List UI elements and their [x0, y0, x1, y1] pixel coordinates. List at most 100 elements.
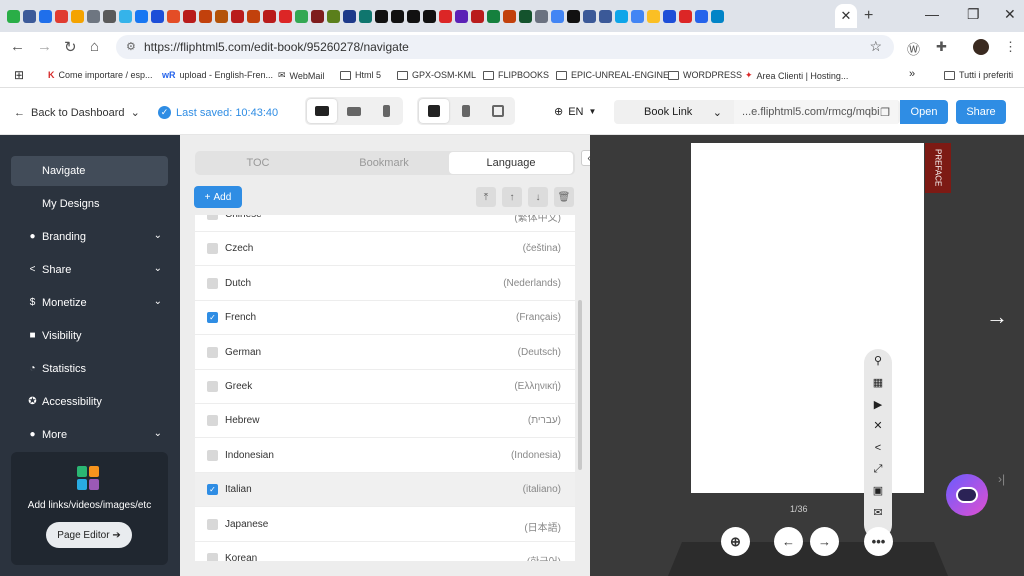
delete-icon[interactable]: 🗑 [554, 187, 574, 207]
pinned-tab-favicon-icon[interactable] [359, 9, 372, 23]
language-row[interactable]: ✓ French (Français) [195, 301, 575, 336]
wordpress-extension-icon[interactable]: Ⓦ [907, 39, 920, 58]
language-row[interactable]: ✓ Italian (italiano) [195, 473, 575, 508]
pinned-tab-favicon-icon[interactable] [295, 9, 308, 23]
move-up-icon[interactable]: ↑ [502, 187, 522, 207]
pinned-tab-favicon-icon[interactable] [615, 9, 628, 23]
landscape-button[interactable] [483, 99, 513, 123]
language-row[interactable]: German (Deutsch) [195, 336, 575, 370]
pinned-tab-favicon-icon[interactable] [551, 9, 564, 23]
window-close-icon[interactable]: ✕ [1004, 6, 1016, 23]
new-tab-button[interactable]: + [864, 7, 873, 25]
active-tab[interactable]: ✕ [835, 4, 857, 28]
forward-arrow-icon[interactable]: → [37, 38, 52, 55]
pinned-tab-favicon-icon[interactable] [519, 9, 532, 23]
mobile-view-button[interactable] [371, 99, 401, 123]
language-row[interactable]: Japanese (日本語) [195, 508, 575, 542]
sidebar-item-branding[interactable]: ● Branding ⌄ [11, 222, 168, 252]
pinned-tab-favicon-icon[interactable] [167, 9, 180, 23]
language-checkbox[interactable]: ✓ [207, 484, 218, 496]
sidebar-item-share[interactable]: < Share ⌄ [11, 255, 168, 285]
next-page-icon[interactable]: → [810, 527, 839, 556]
pinned-tab-favicon-icon[interactable] [71, 9, 84, 23]
next-page-arrow-icon[interactable]: → [986, 304, 1008, 330]
bookmark-item[interactable]: K Come importare / esp... [48, 70, 153, 80]
pinned-tab-favicon-icon[interactable] [311, 9, 324, 23]
pinned-tab-favicon-icon[interactable] [503, 9, 516, 23]
tab-toc[interactable]: TOC [195, 151, 321, 175]
extensions-puzzle-icon[interactable]: ✚ [936, 39, 947, 55]
tablet-view-button[interactable] [339, 99, 369, 123]
bookmark-folder[interactable]: Tutti i preferiti [944, 70, 1013, 80]
pinned-tab-favicon-icon[interactable] [343, 9, 356, 23]
pinned-tabs[interactable] [6, 9, 726, 23]
language-checkbox[interactable] [207, 415, 218, 427]
double-page-button[interactable] [419, 99, 449, 123]
add-button[interactable]: + Add [194, 186, 242, 208]
browser-menu-icon[interactable]: ⋮ [1004, 39, 1017, 55]
apps-grid-icon[interactable]: ⊞ [14, 68, 24, 82]
share-icon[interactable]: < [871, 441, 885, 455]
sidebar-item-visibility[interactable]: ■ Visibility [11, 321, 168, 351]
share-button[interactable]: Share [956, 100, 1006, 124]
minimize-icon[interactable]: — [925, 6, 939, 22]
previous-page-icon[interactable]: ← [774, 527, 803, 556]
sidebar-item-monetize[interactable]: $ Monetize ⌄ [11, 288, 168, 318]
language-row[interactable]: Dutch (Nederlands) [195, 267, 575, 301]
pinned-tab-favicon-icon[interactable] [679, 9, 692, 23]
pinned-tab-favicon-icon[interactable] [103, 9, 116, 23]
list-scrollbar[interactable] [578, 300, 582, 470]
pinned-tab-favicon-icon[interactable] [567, 9, 580, 23]
pinned-tab-favicon-icon[interactable] [263, 9, 276, 23]
book-link-url-field[interactable]: ...e.fliphtml5.com/rmcg/mqbi ❐ [734, 100, 898, 124]
url-input[interactable]: ⚙ https://fliphtml5.com/edit-book/952602… [116, 35, 894, 59]
search-icon[interactable]: ⚲ [871, 354, 885, 368]
pinned-tab-favicon-icon[interactable] [391, 9, 404, 23]
language-row[interactable]: Hebrew (עברית) [195, 404, 575, 439]
zoom-in-icon[interactable]: ⊕ [721, 527, 750, 556]
pinned-tab-favicon-icon[interactable] [151, 9, 164, 23]
more-options-icon[interactable]: ••• [864, 527, 893, 556]
pinned-tab-favicon-icon[interactable] [471, 9, 484, 23]
pinned-tab-favicon-icon[interactable] [423, 9, 436, 23]
pinned-tab-favicon-icon[interactable] [119, 9, 132, 23]
book-link-dropdown[interactable]: Book Link ⌄ [614, 100, 732, 124]
language-checkbox[interactable]: ✓ [207, 312, 218, 324]
language-checkbox[interactable] [207, 277, 218, 289]
bookmark-folder[interactable]: GPX-OSM-KML [397, 70, 476, 80]
fullscreen-icon[interactable]: ⤢ [871, 462, 885, 476]
print-icon[interactable]: ▣ [871, 484, 885, 498]
restore-icon[interactable]: ❐ [967, 6, 980, 23]
pinned-tab-favicon-icon[interactable] [7, 9, 20, 23]
pinned-tab-favicon-icon[interactable] [23, 9, 36, 23]
profile-avatar[interactable] [973, 39, 989, 55]
pinned-tab-favicon-icon[interactable] [583, 9, 596, 23]
pinned-tab-favicon-icon[interactable] [455, 9, 468, 23]
pinned-tab-favicon-icon[interactable] [599, 9, 612, 23]
language-checkbox[interactable] [207, 553, 218, 561]
pinned-tab-favicon-icon[interactable] [135, 9, 148, 23]
pinned-tab-favicon-icon[interactable] [663, 9, 676, 23]
pinned-tab-favicon-icon[interactable] [327, 9, 340, 23]
language-checkbox[interactable] [207, 381, 218, 392]
email-icon[interactable]: ✉ [871, 506, 885, 520]
back-to-dashboard-button[interactable]: ← Back to Dashboard ⌄ [14, 106, 140, 120]
bookmark-item[interactable]: wR upload - English-Fren... [162, 70, 273, 80]
tab-language[interactable]: Language [449, 152, 573, 174]
bookmark-folder[interactable]: FLIPBOOKS [483, 70, 549, 80]
pinned-tab-favicon-icon[interactable] [87, 9, 100, 23]
pinned-tab-favicon-icon[interactable] [631, 9, 644, 23]
language-checkbox[interactable] [207, 243, 218, 255]
sidebar-item-navigate[interactable]: Navigate [11, 156, 168, 186]
bookmark-folder[interactable]: WORDPRESS [668, 70, 742, 80]
sidebar-item-my-designs[interactable]: My Designs [11, 189, 168, 219]
bookmark-star-icon[interactable]: ☆ [869, 38, 882, 55]
pinned-tab-favicon-icon[interactable] [535, 9, 548, 23]
pinned-tab-favicon-icon[interactable] [711, 9, 724, 23]
language-checkbox[interactable] [207, 518, 218, 530]
more-bookmarks-icon[interactable]: » [909, 68, 915, 80]
home-icon[interactable]: ⌂ [90, 38, 99, 55]
sidebar-item-accessibility[interactable]: ✪ Accessibility [11, 387, 168, 417]
pinned-tab-favicon-icon[interactable] [199, 9, 212, 23]
move-top-icon[interactable]: ⤒ [476, 187, 496, 207]
